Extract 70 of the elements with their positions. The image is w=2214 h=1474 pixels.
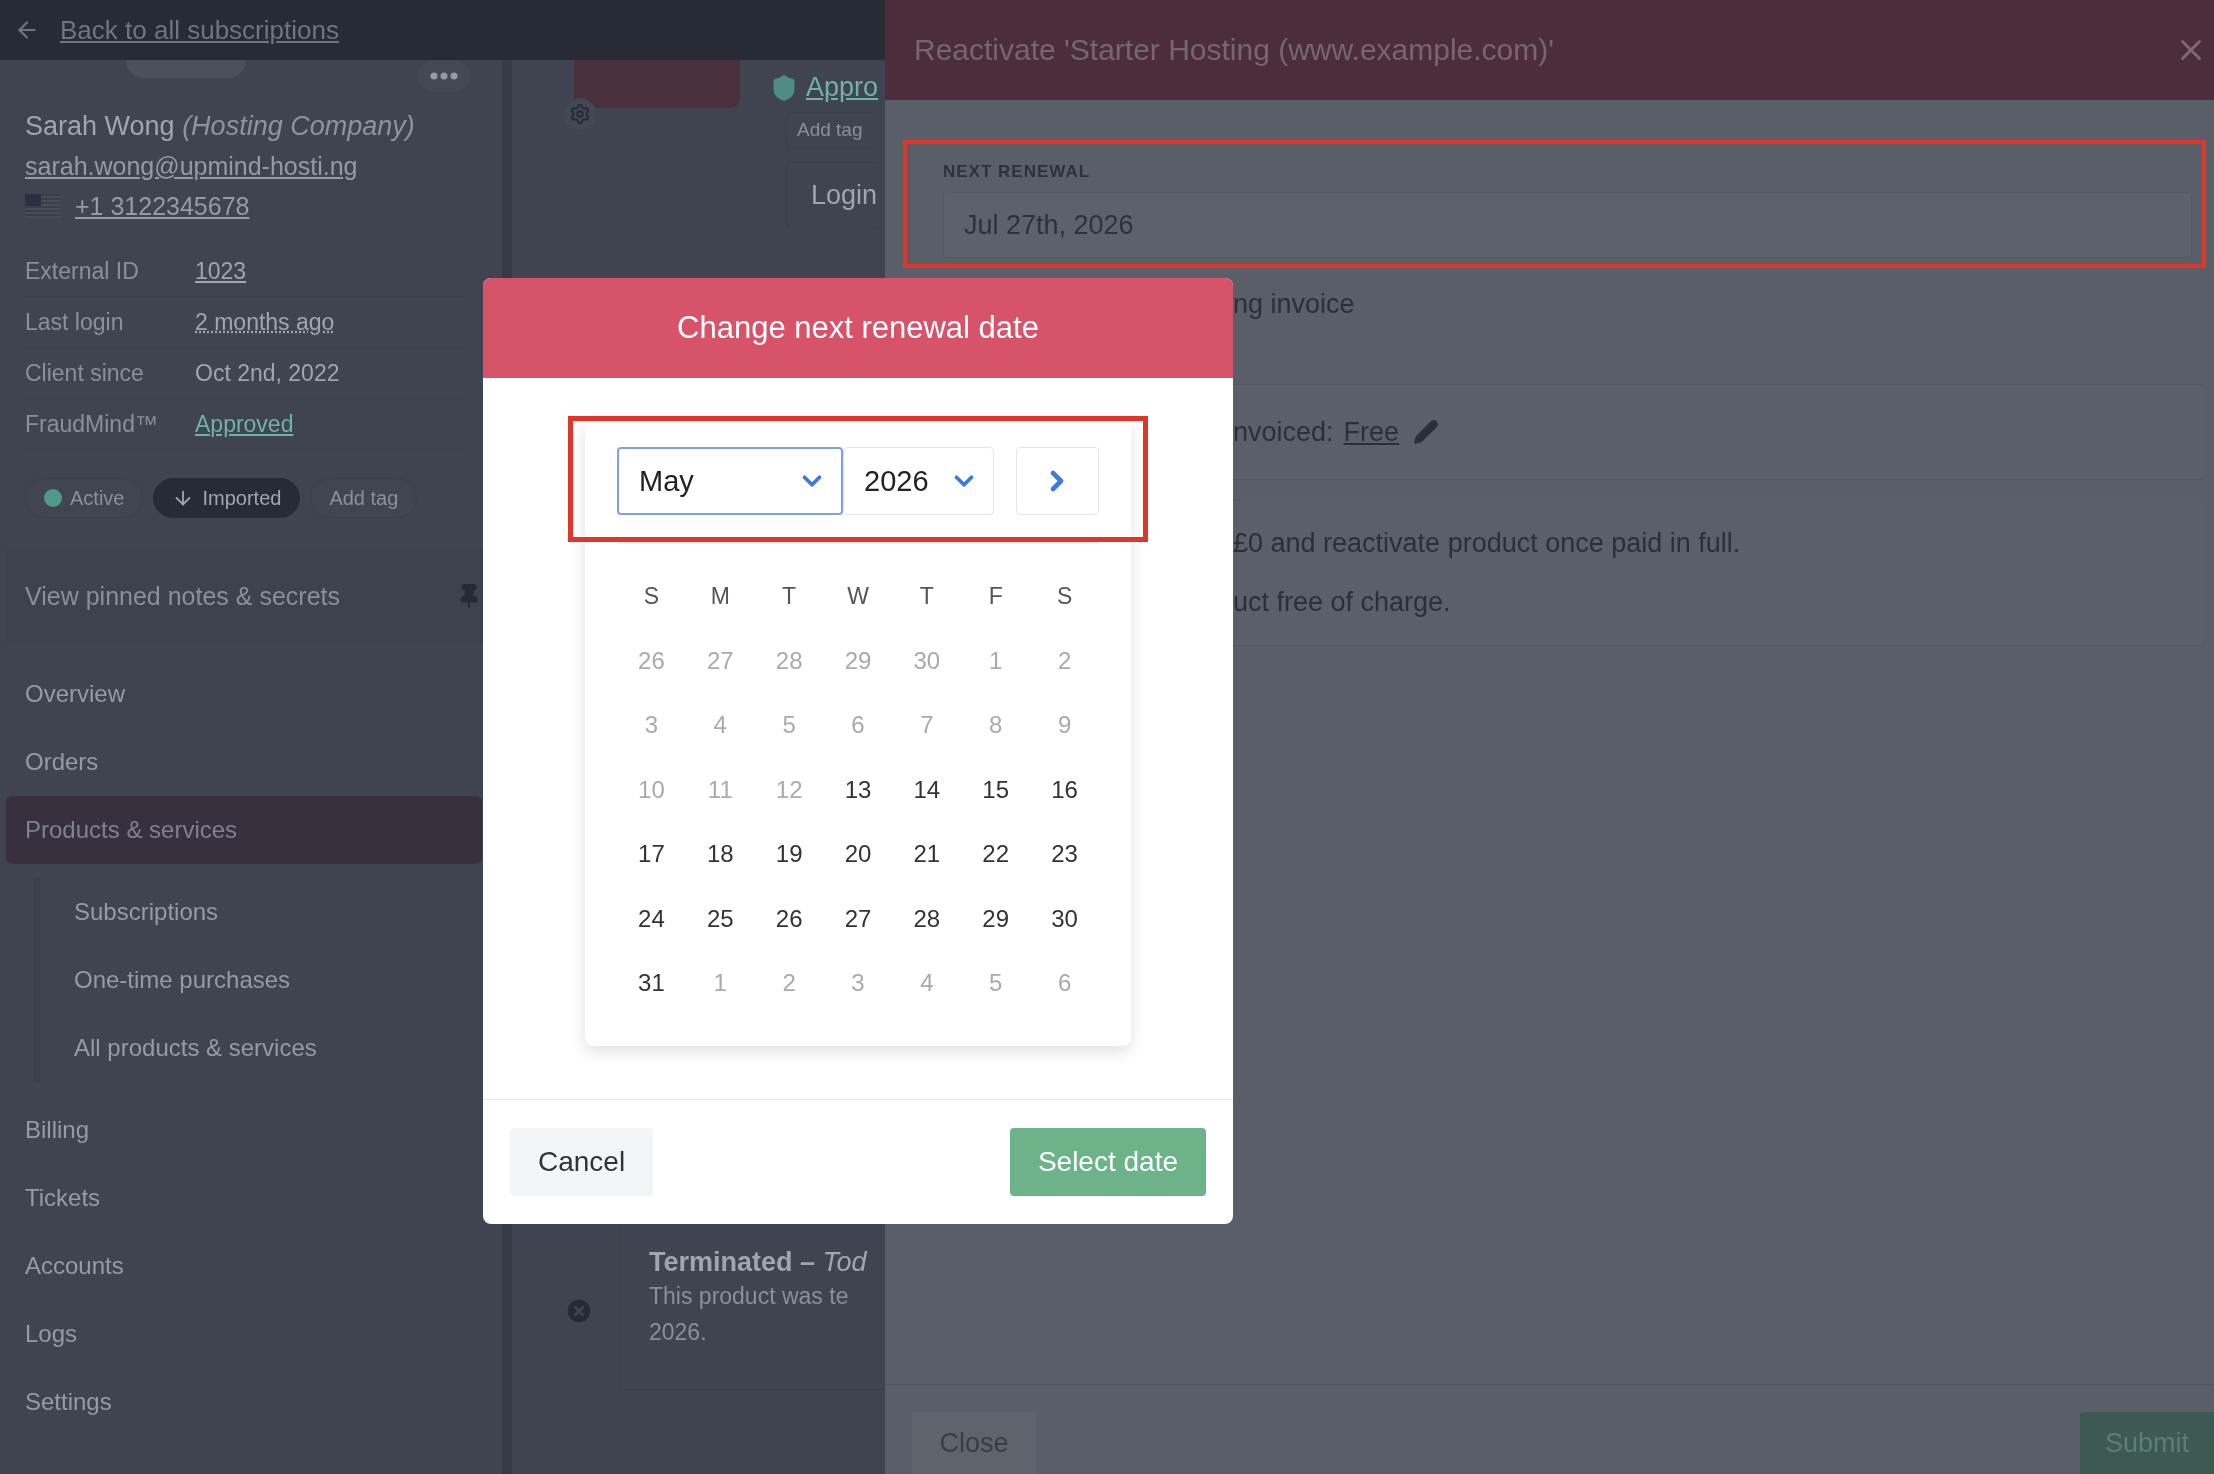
login-button[interactable]: Login (786, 162, 878, 228)
detail-label: Last login (25, 308, 125, 336)
calendar-day[interactable]: 24 (630, 900, 673, 937)
weekday-label: W (847, 582, 869, 610)
add-tag-button[interactable]: Add tag (310, 478, 418, 518)
calendar-day[interactable]: 30 (1043, 900, 1086, 937)
nav-item[interactable]: Products & services (6, 796, 482, 864)
detail-value[interactable]: Approved (195, 410, 294, 438)
terminated-icon (564, 1296, 594, 1326)
calendar-day[interactable]: 16 (1043, 771, 1086, 808)
client-name: Sarah Wong (Hosting Company) (25, 110, 416, 143)
nav-item[interactable]: Orders (6, 728, 482, 796)
calendar-day[interactable]: 21 (905, 836, 949, 873)
nav-item[interactable]: Billing (6, 1096, 482, 1164)
nav-item[interactable]: Accounts (6, 1232, 482, 1300)
pinned-notes-label: View pinned notes & secrets (25, 581, 340, 611)
gear-icon[interactable] (564, 98, 596, 130)
timeline-text: This product was te (649, 1282, 850, 1311)
back-link[interactable]: Back to all subscriptions (60, 14, 339, 46)
tag[interactable]: Imported (153, 478, 301, 518)
us-flag-icon (25, 194, 61, 218)
calendar-day[interactable]: 15 (974, 771, 1018, 808)
email-link[interactable]: sarah.wong@upmind-hosti.ng (25, 146, 482, 186)
timeline-title: Terminated – Tod (649, 1247, 868, 1278)
calendar-day[interactable]: 17 (630, 836, 673, 873)
calendar-day[interactable]: 23 (1043, 836, 1086, 873)
nav-item[interactable]: Settings (6, 1368, 482, 1436)
status-dot-icon (44, 489, 62, 507)
nav-item[interactable]: Overview (6, 660, 482, 728)
detail-value[interactable]: 2 months ago (195, 308, 335, 336)
detail-label: Client since (25, 359, 145, 387)
add-tag-button[interactable]: Add tag (786, 112, 873, 148)
detail-value: Oct 2nd, 2022 (195, 359, 340, 387)
calendar-day[interactable]: 29 (974, 900, 1018, 937)
detail-label: FraudMind™ (25, 410, 159, 438)
calendar-day[interactable]: 20 (836, 836, 880, 873)
calendar-day[interactable]: 13 (836, 771, 880, 808)
month-select[interactable]: May (617, 447, 844, 515)
year-select[interactable]: 2026 (843, 447, 994, 515)
next-month-button[interactable] (1015, 447, 1099, 515)
calendar-day[interactable]: 18 (698, 836, 742, 873)
weekday-label: T (782, 582, 797, 610)
calendar-day[interactable]: 31 (630, 965, 673, 1002)
calendar-day[interactable]: 25 (698, 900, 742, 937)
calendar-day[interactable]: 26 (767, 900, 811, 937)
nav-item[interactable]: Tickets (6, 1164, 482, 1232)
fraud-status-link[interactable]: Appro (770, 72, 879, 103)
calendar-day[interactable]: 22 (974, 836, 1018, 873)
tag[interactable]: Active (25, 478, 144, 518)
detail-label: External ID (25, 257, 140, 285)
more-icon (430, 72, 458, 80)
weekday-label: T (919, 582, 934, 610)
phone-link[interactable]: +1 3122345678 (75, 186, 250, 226)
more-button[interactable] (418, 60, 470, 92)
edit-icon[interactable] (1413, 419, 1440, 445)
nav-item[interactable]: Logs (6, 1300, 482, 1368)
cancel-button[interactable]: Cancel (510, 1128, 654, 1196)
weekday-label: F (988, 582, 1003, 610)
timeline-text: 2026. (649, 1318, 708, 1347)
weekday-label: M (710, 582, 730, 610)
drawer-title: Reactivate 'Starter Hosting (www.example.com)' (914, 33, 1554, 67)
calendar-day[interactable]: 19 (767, 836, 811, 873)
select-date-button[interactable]: Select date (1009, 1128, 1206, 1196)
detail-value[interactable]: 1023 (195, 257, 247, 285)
calendar-day[interactable]: 14 (905, 771, 949, 808)
weekday-label: S (643, 582, 660, 610)
calendar-day[interactable]: 28 (905, 900, 949, 937)
calendar-day[interactable]: 27 (836, 900, 880, 937)
weekday-label: S (1056, 582, 1073, 610)
dialog-title: Change next renewal date (677, 310, 1039, 346)
